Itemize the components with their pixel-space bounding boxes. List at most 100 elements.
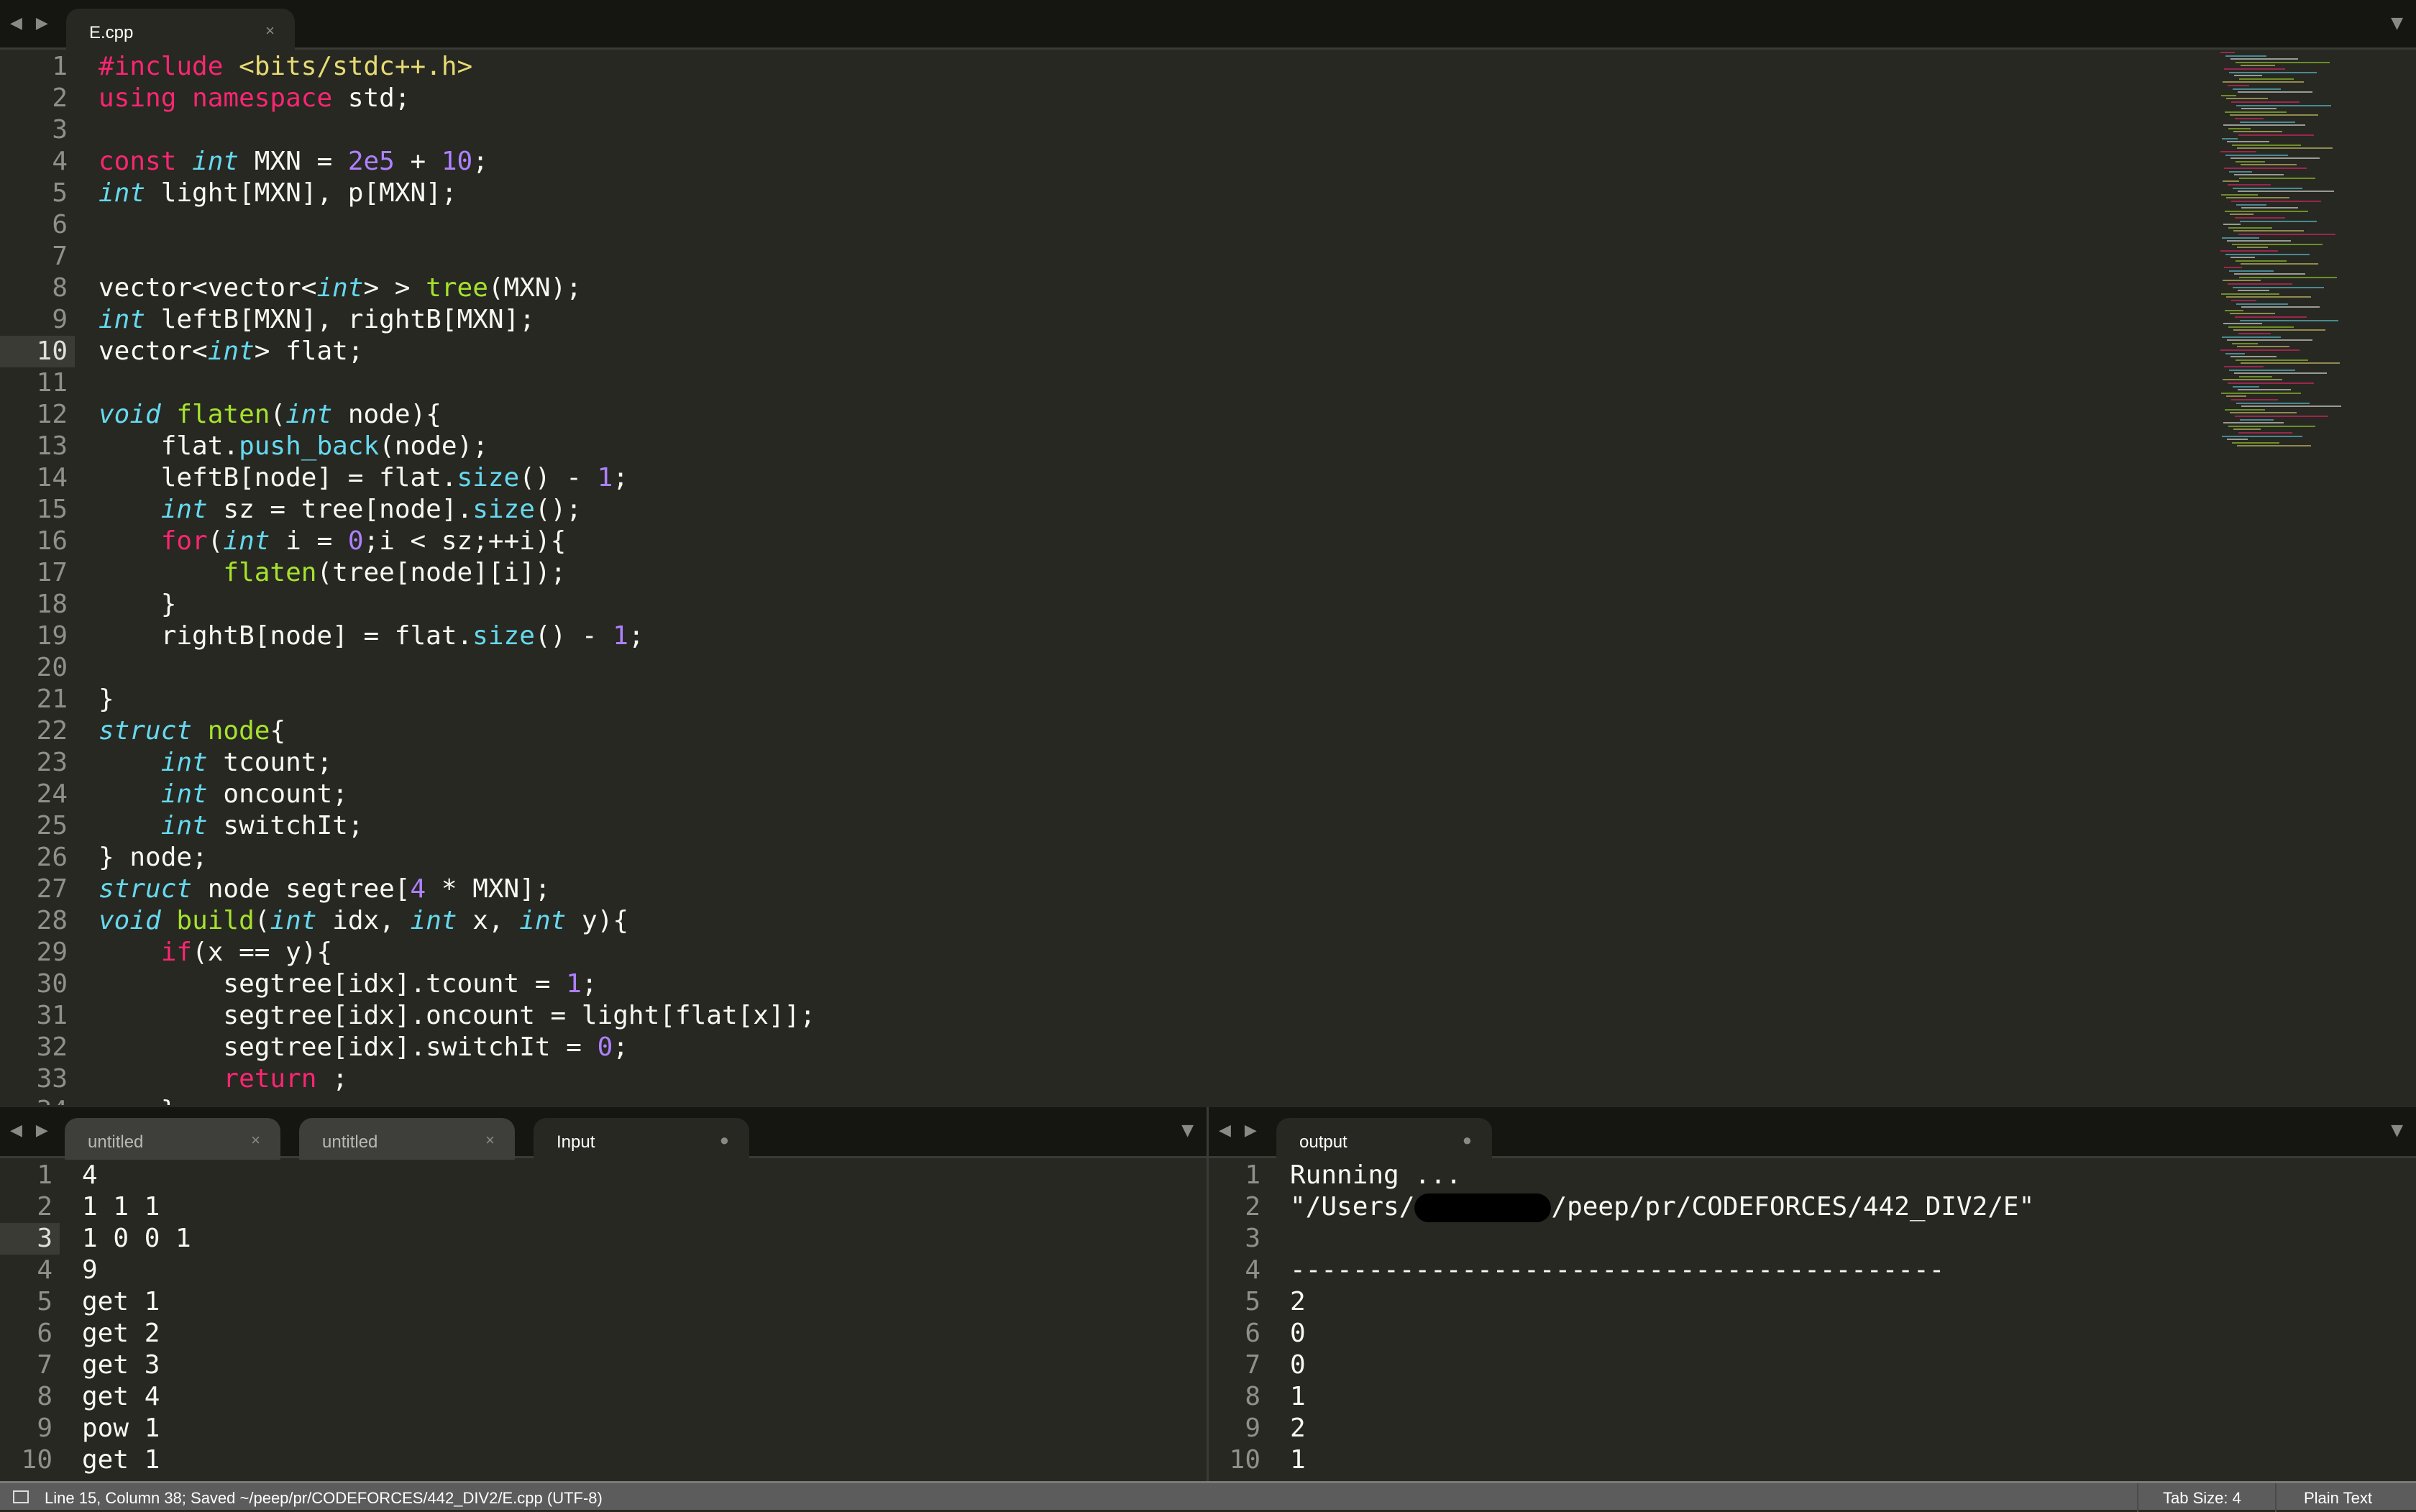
code-token: int xyxy=(160,748,208,777)
tab-nav-arrows-icon[interactable]: ◀ ▶ xyxy=(1219,1122,1261,1140)
code-token: 4 xyxy=(410,874,426,904)
code-token: node segtree[ xyxy=(192,874,411,904)
minimap-line xyxy=(2238,290,2269,292)
minimap[interactable] xyxy=(2220,52,2350,454)
code-token: node xyxy=(207,716,270,746)
tab-e-cpp[interactable]: E.cpp × xyxy=(66,9,295,50)
minimap-line xyxy=(2229,170,2252,173)
minimap-line xyxy=(2223,124,2305,127)
minimap-line xyxy=(2228,85,2249,86)
code-token: (); xyxy=(534,495,582,524)
line-number: 8 xyxy=(37,1382,52,1411)
unsaved-dot-icon[interactable]: ● xyxy=(1463,1131,1472,1150)
line-number: 1 xyxy=(52,52,68,81)
dropdown-icon[interactable]: ▼ xyxy=(2391,14,2403,32)
output-line: 0 xyxy=(1290,1350,1306,1380)
syntax-button[interactable]: Plain Text xyxy=(2304,1489,2372,1508)
tab-label: untitled xyxy=(88,1132,144,1152)
path-suffix: /peep/pr/CODEFORCES/442_DIV2/E" xyxy=(1551,1192,2035,1222)
minimap-line xyxy=(2221,94,2236,96)
close-icon[interactable]: × xyxy=(251,1131,260,1150)
minimap-line xyxy=(2225,352,2245,354)
code-token: std; xyxy=(332,83,411,113)
line-number: 10 xyxy=(36,336,68,366)
code-line: } xyxy=(99,1095,177,1105)
minimap-line xyxy=(2234,75,2262,77)
minimap-line xyxy=(2238,134,2314,136)
minimap-line xyxy=(2223,280,2261,282)
tab-untitled-2[interactable]: untitled × xyxy=(299,1118,515,1160)
close-icon[interactable]: × xyxy=(265,22,275,40)
code-token: } xyxy=(99,590,177,619)
line-number: 5 xyxy=(1245,1287,1260,1316)
line-number: 8 xyxy=(52,273,68,303)
minimap-line xyxy=(2228,326,2294,328)
code-line: int oncount; xyxy=(99,779,348,810)
code-line: using namespace std; xyxy=(99,83,411,114)
minimap-line xyxy=(2225,210,2308,212)
close-icon[interactable]: × xyxy=(485,1131,495,1150)
line-number: 11 xyxy=(36,368,68,398)
minimap-line xyxy=(2228,382,2314,384)
input-editor[interactable]: 1421 1 131 0 0 1 4 9 5 get 1 6 get 2 7 get 3 8 get… xyxy=(0,1158,1207,1481)
minimap-line xyxy=(2223,379,2282,381)
minimap-line xyxy=(2223,323,2262,325)
code-token: leftB[node] = flat. xyxy=(99,463,457,492)
code-token: rightB[node] = flat. xyxy=(99,621,473,651)
output-line: "/Users/ /peep/pr/CODEFORCES/442_DIV2/E" xyxy=(1290,1191,2034,1223)
code-editor[interactable]: 1 #include <bits/stdc++.h> 2 using namespac… xyxy=(0,50,2416,1105)
code-line: int light[MXN], p[MXN]; xyxy=(99,178,457,209)
code-token: flat. xyxy=(99,431,239,461)
minimap-line xyxy=(2238,91,2312,93)
code-token: int xyxy=(160,495,208,524)
minimap-line xyxy=(2233,429,2261,431)
code-line: for(int i = 0;i < sz;++i){ xyxy=(99,526,567,557)
minimap-line xyxy=(2221,392,2301,394)
tab-nav-arrows-icon[interactable]: ◀ ▶ xyxy=(10,1122,52,1140)
line-number: 7 xyxy=(1245,1350,1260,1380)
code-token: push_back xyxy=(239,431,380,461)
minimap-line xyxy=(2230,257,2255,259)
line-number: 16 xyxy=(36,526,68,556)
code-token: int xyxy=(192,147,239,176)
line-number: 21 xyxy=(36,684,68,714)
tab-output[interactable]: output ● xyxy=(1276,1118,1492,1160)
tab-size-button[interactable]: Tab Size: 4 xyxy=(2163,1489,2241,1508)
minimap-line xyxy=(2230,157,2320,160)
code-token: tree xyxy=(426,273,488,303)
input-line: get 3 xyxy=(82,1350,160,1380)
code-token: ;i < sz;++i){ xyxy=(363,526,567,556)
code-line: flaten(tree[node][i]); xyxy=(99,557,566,589)
tab-nav-arrows-icon[interactable]: ◀ ▶ xyxy=(10,14,52,32)
minimap-line xyxy=(2227,339,2312,342)
code-token: * MXN]; xyxy=(426,874,551,904)
line-number: 8 xyxy=(1245,1382,1260,1411)
input-line: 9 xyxy=(82,1255,98,1285)
tab-input[interactable]: Input ● xyxy=(534,1118,749,1160)
code-token: using xyxy=(99,83,177,113)
minimap-line xyxy=(2228,226,2272,229)
minimap-line xyxy=(2236,402,2310,404)
minimap-line xyxy=(2236,203,2266,206)
input-line: get 1 xyxy=(82,1287,160,1316)
panel-toggle-icon[interactable] xyxy=(13,1490,29,1503)
dropdown-icon[interactable]: ▼ xyxy=(1181,1122,1194,1140)
line-number: 28 xyxy=(36,906,68,935)
minimap-line xyxy=(2232,342,2258,344)
code-token: ( xyxy=(270,400,286,429)
unsaved-dot-icon[interactable]: ● xyxy=(720,1131,729,1150)
minimap-line xyxy=(2223,422,2284,424)
minimap-line xyxy=(2241,362,2340,365)
minimap-line xyxy=(2230,412,2297,414)
minimap-line xyxy=(2233,131,2282,133)
tab-untitled-1[interactable]: untitled × xyxy=(65,1118,280,1160)
dropdown-icon[interactable]: ▼ xyxy=(2391,1122,2403,1140)
code-line: void build(int idx, int x, int y){ xyxy=(99,905,628,937)
output-panel[interactable]: 1 Running ... 2 "/Users/ /peep/pr/CODEFORCES… xyxy=(1209,1158,2416,1481)
minimap-line xyxy=(2224,68,2285,70)
code-token: size xyxy=(472,621,535,651)
minimap-line xyxy=(2230,58,2298,60)
